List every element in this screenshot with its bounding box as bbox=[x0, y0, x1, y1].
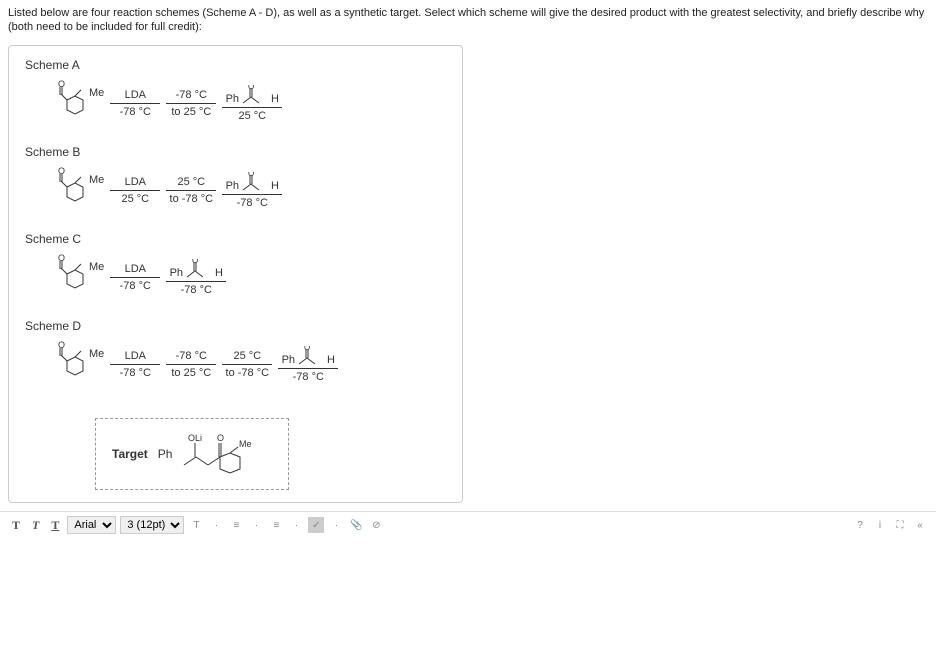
scheme-d-title: Scheme D bbox=[25, 319, 446, 333]
help-icon[interactable]: ? bbox=[852, 517, 868, 533]
ketone-start-icon: O bbox=[49, 80, 93, 127]
svg-text:O: O bbox=[58, 167, 65, 176]
numbered-list-icon[interactable]: ≡ bbox=[268, 517, 284, 533]
svg-text:O: O bbox=[58, 254, 65, 263]
target-box: Target Ph OLi O Me bbox=[95, 418, 289, 490]
step-condition: to 25 °C bbox=[171, 104, 211, 118]
scheme-d: Scheme D O Me LDA -78 °C -78 °C bbox=[25, 319, 446, 388]
ketone-start-icon: O bbox=[49, 254, 93, 301]
reaction-step: LDA 25 °C bbox=[110, 176, 160, 205]
svg-text:O: O bbox=[58, 80, 65, 89]
step-condition: to -78 °C bbox=[170, 191, 214, 205]
ph-label: Ph bbox=[158, 447, 173, 461]
reaction-step: -78 °C to 25 °C bbox=[166, 89, 216, 118]
o-label: O bbox=[217, 433, 224, 443]
divider-icon: · bbox=[208, 517, 224, 533]
reaction-step: LDA -78 °C bbox=[110, 263, 160, 292]
step-condition: -78 °C bbox=[237, 195, 268, 209]
step-condition: 25 °C bbox=[121, 191, 149, 205]
reaction-step: Ph O H 25 °C bbox=[222, 85, 282, 122]
me-label: Me bbox=[89, 87, 104, 99]
svg-text:O: O bbox=[304, 346, 310, 352]
reaction-step: 25 °C to -78 °C bbox=[222, 350, 272, 379]
ketone-start-icon: O bbox=[49, 341, 93, 388]
bold-button[interactable]: T bbox=[8, 516, 24, 535]
clear-icon[interactable]: ⊘ bbox=[368, 517, 384, 533]
scheme-c-title: Scheme C bbox=[25, 232, 446, 246]
ph-label: Ph bbox=[226, 180, 239, 192]
divider-icon: · bbox=[288, 517, 304, 533]
schemes-panel: Scheme A O Me LDA -78 °C -78 °C bbox=[8, 45, 463, 503]
me-label: Me bbox=[89, 348, 104, 360]
step-condition: -78 °C bbox=[181, 282, 212, 296]
reaction-step: 25 °C to -78 °C bbox=[166, 176, 216, 205]
font-family-select[interactable]: Arial bbox=[67, 516, 116, 534]
target-label: Target bbox=[112, 447, 148, 461]
aldehyde-icon: O bbox=[241, 85, 269, 105]
scheme-c: Scheme C O Me LDA -78 °C Ph bbox=[25, 232, 446, 301]
target-molecule-icon: OLi O Me bbox=[182, 429, 272, 479]
me-label: Me bbox=[239, 439, 252, 449]
reaction-step: LDA -78 °C bbox=[110, 89, 160, 118]
ph-label: Ph bbox=[170, 267, 183, 279]
step-condition: -78 °C bbox=[120, 278, 151, 292]
fullscreen-icon[interactable]: ⛶ bbox=[892, 517, 908, 533]
aldehyde-icon: O bbox=[297, 346, 325, 366]
step-condition: -78 °C bbox=[293, 369, 324, 383]
svg-text:O: O bbox=[248, 85, 254, 91]
step-reagent: LDA bbox=[125, 176, 146, 190]
divider-icon: · bbox=[248, 517, 264, 533]
scheme-b: Scheme B O Me LDA 25 °C 25 °C bbox=[25, 145, 446, 214]
h-label: H bbox=[271, 180, 279, 192]
svg-text:O: O bbox=[192, 259, 198, 265]
divider-icon: · bbox=[328, 517, 344, 533]
reaction-step: Ph O H -78 °C bbox=[278, 346, 338, 383]
ketone-start-icon: O bbox=[49, 167, 93, 214]
scheme-b-title: Scheme B bbox=[25, 145, 446, 159]
oli-label: OLi bbox=[188, 433, 202, 443]
svg-text:O: O bbox=[248, 172, 254, 178]
step-condition: -78 °C bbox=[120, 104, 151, 118]
scheme-a-title: Scheme A bbox=[25, 58, 446, 72]
me-label: Me bbox=[89, 174, 104, 186]
aldehyde-icon: O bbox=[185, 259, 213, 279]
italic-button[interactable]: T bbox=[28, 516, 43, 535]
ph-label: Ph bbox=[226, 93, 239, 105]
editor-toolbar: T T T Arial 3 (12pt) T · ≡ · ≡ · ✓ · 📎 ⊘… bbox=[0, 511, 936, 539]
svg-text:O: O bbox=[58, 341, 65, 350]
step-reagent: 25 °C bbox=[233, 350, 261, 364]
font-size-select[interactable]: 3 (12pt) bbox=[120, 516, 184, 534]
aldehyde-icon: O bbox=[241, 172, 269, 192]
step-reagent: LDA bbox=[125, 89, 146, 103]
attachment-icon[interactable]: 📎 bbox=[348, 517, 364, 533]
step-reagent: -78 °C bbox=[176, 89, 207, 103]
step-reagent: LDA bbox=[125, 263, 146, 277]
reaction-step: -78 °C to 25 °C bbox=[166, 350, 216, 379]
step-condition: to 25 °C bbox=[171, 365, 211, 379]
step-condition: -78 °C bbox=[120, 365, 151, 379]
h-label: H bbox=[215, 267, 223, 279]
spellcheck-icon[interactable]: ✓ bbox=[308, 517, 324, 533]
expand-icon[interactable]: « bbox=[912, 517, 928, 533]
step-condition: 25 °C bbox=[238, 108, 266, 122]
h-label: H bbox=[327, 354, 335, 366]
info-icon[interactable]: i bbox=[872, 517, 888, 533]
reaction-step: Ph O H -78 °C bbox=[166, 259, 226, 296]
ph-label: Ph bbox=[282, 354, 295, 366]
text-color-icon[interactable]: T bbox=[188, 517, 204, 533]
step-reagent: 25 °C bbox=[177, 176, 205, 190]
bullet-list-icon[interactable]: ≡ bbox=[228, 517, 244, 533]
underline-button[interactable]: T bbox=[47, 516, 63, 535]
question-prompt: Listed below are four reaction schemes (… bbox=[0, 0, 936, 41]
h-label: H bbox=[271, 93, 279, 105]
reaction-step: Ph O H -78 °C bbox=[222, 172, 282, 209]
step-condition: to -78 °C bbox=[226, 365, 270, 379]
me-label: Me bbox=[89, 261, 104, 273]
step-reagent: -78 °C bbox=[176, 350, 207, 364]
step-reagent: LDA bbox=[125, 350, 146, 364]
scheme-a: Scheme A O Me LDA -78 °C -78 °C bbox=[25, 58, 446, 127]
reaction-step: LDA -78 °C bbox=[110, 350, 160, 379]
